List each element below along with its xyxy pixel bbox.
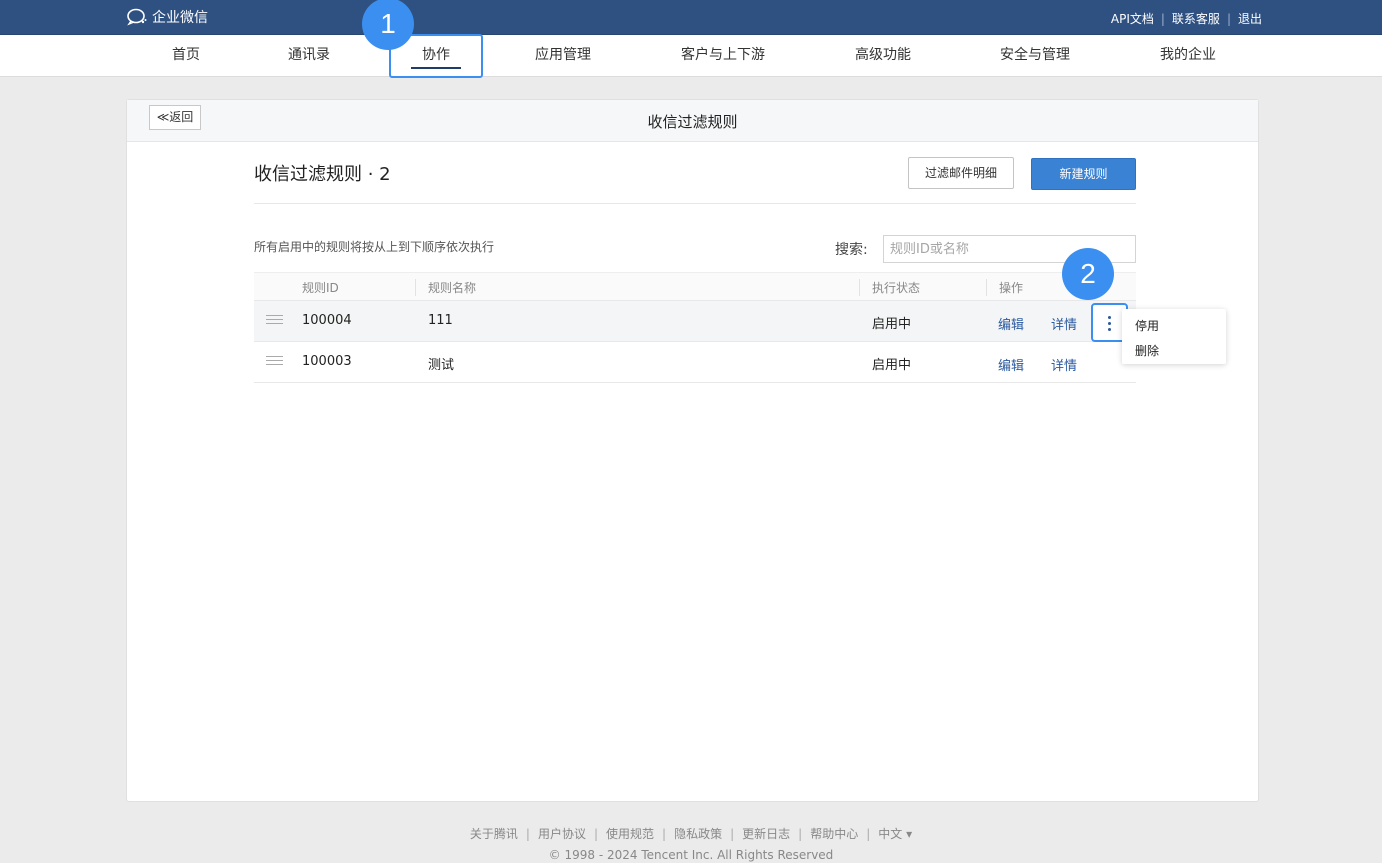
column-header-id: 规则ID	[302, 281, 339, 295]
nav-home[interactable]: 首页	[150, 35, 222, 77]
divider: |	[525, 826, 530, 841]
copyright: © 1998 - 2024 Tencent Inc. All Rights Re…	[548, 848, 834, 862]
nav-my-enterprise[interactable]: 我的企业	[1143, 35, 1233, 77]
contact-support-link[interactable]: 联系客服	[1172, 10, 1220, 27]
api-docs-link[interactable]: API文档	[1111, 10, 1154, 27]
rule-id: 100004	[302, 313, 352, 328]
step-marker-2: 2	[1062, 248, 1114, 300]
edit-link[interactable]: 编辑	[998, 314, 1024, 333]
top-bar: 企业微信 API文档 | 联系客服 | 退出	[0, 0, 1382, 35]
more-dot-icon	[1108, 328, 1111, 331]
column-header-status: 执行状态	[872, 281, 921, 295]
more-actions-menu: 停用 删除	[1122, 309, 1226, 364]
divider: |	[866, 826, 871, 841]
column-header-ops: 操作	[999, 281, 1024, 295]
drag-handle-icon[interactable]	[266, 315, 283, 325]
filter-rules-card: ≪返回 收信过滤规则 收信过滤规则 · 2 过滤邮件明细 新建规则 所有启用中的…	[126, 99, 1259, 802]
column-divider	[986, 279, 987, 296]
divider: |	[662, 826, 667, 841]
detail-link[interactable]: 详情	[1051, 314, 1077, 333]
footer-link-privacy[interactable]: 隐私政策	[674, 825, 722, 842]
nav-security[interactable]: 安全与管理	[985, 35, 1085, 77]
section-title: 收信过滤规则 · 2	[254, 164, 391, 185]
divider: |	[1160, 11, 1165, 26]
card-header: ≪返回 收信过滤规则	[127, 100, 1258, 142]
footer-link-changelog[interactable]: 更新日志	[742, 825, 790, 842]
divider: |	[593, 826, 599, 841]
rules-table: 规则ID 规则名称 执行状态 操作 100004 111 启用中 编辑 详情 1…	[254, 272, 1136, 383]
new-rule-button[interactable]: 新建规则	[1031, 158, 1136, 190]
table-row: 100004 111 启用中 编辑 详情	[254, 301, 1136, 342]
footer: 关于腾讯 | 用户协议 | 使用规范 | 隐私政策 | 更新日志 | 帮助中心 …	[0, 825, 1382, 863]
more-dot-icon	[1108, 316, 1111, 319]
divider: |	[798, 826, 803, 841]
filter-mail-details-button[interactable]: 过滤邮件明细	[908, 157, 1014, 189]
page-title: 收信过滤规则	[647, 113, 738, 131]
column-header-name: 规则名称	[428, 281, 477, 295]
column-divider	[859, 279, 860, 296]
divider: |	[1226, 11, 1231, 26]
top-links: API文档 | 联系客服 | 退出	[1111, 10, 1262, 27]
rule-name: 111	[428, 313, 453, 328]
table-header: 规则ID 规则名称 执行状态 操作	[254, 272, 1136, 301]
more-dot-icon	[1108, 322, 1111, 325]
footer-link-about[interactable]: 关于腾讯	[470, 825, 518, 842]
footer-links: 关于腾讯 | 用户协议 | 使用规范 | 隐私政策 | 更新日志 | 帮助中心 …	[0, 825, 1382, 842]
nav-customers[interactable]: 客户与上下游	[668, 35, 778, 77]
nav-advanced[interactable]: 高级功能	[838, 35, 928, 77]
main-nav: 首页 通讯录 协作 应用管理 客户与上下游 高级功能 安全与管理 我的企业	[0, 34, 1382, 78]
drag-handle-icon[interactable]	[266, 356, 283, 366]
nav-app-management[interactable]: 应用管理	[515, 35, 611, 77]
menu-item-delete[interactable]: 删除	[1135, 342, 1159, 359]
step-marker-1: 1	[362, 0, 414, 50]
rule-name: 测试	[428, 358, 455, 373]
menu-item-disable[interactable]: 停用	[1135, 317, 1159, 334]
detail-link[interactable]: 详情	[1051, 355, 1077, 374]
edit-link[interactable]: 编辑	[998, 355, 1024, 374]
nav-contacts[interactable]: 通讯录	[268, 35, 350, 77]
table-row: 100003 测试 启用中 编辑 详情	[254, 342, 1136, 383]
divider	[254, 203, 1136, 204]
footer-link-usage-rules[interactable]: 使用规范	[606, 825, 654, 842]
footer-link-help[interactable]: 帮助中心	[810, 825, 858, 842]
logout-link[interactable]: 退出	[1238, 10, 1262, 27]
language-selector[interactable]: 中文 ▾	[878, 825, 912, 842]
rule-id: 100003	[302, 354, 352, 369]
app-logo[interactable]: 企业微信	[126, 6, 208, 28]
footer-link-user-agreement[interactable]: 用户协议	[538, 825, 586, 842]
execution-order-hint: 所有启用中的规则将按从上到下顺序依次执行	[254, 240, 495, 254]
column-divider	[415, 279, 416, 296]
divider: |	[730, 826, 735, 841]
rule-status: 启用中	[872, 317, 912, 332]
wecom-logo-icon	[126, 8, 148, 26]
search-label: 搜索:	[835, 242, 868, 258]
logo-text: 企业微信	[152, 10, 208, 26]
rule-status: 启用中	[872, 358, 912, 373]
